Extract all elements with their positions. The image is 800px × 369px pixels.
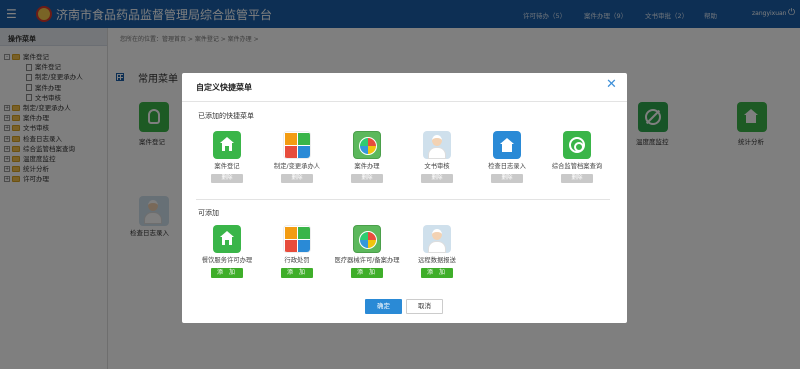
item-label: 综合监管档案查询 [551,163,603,170]
delete-button[interactable]: 删除 [351,174,383,183]
delete-button[interactable]: 删除 [421,174,453,183]
wifi-icon[interactable] [563,131,591,159]
added-item: 检查日志录入 删除 [472,131,542,183]
added-item: 综合监管档案查询 删除 [542,131,612,183]
item-label: 检查日志录入 [488,163,526,170]
add-button[interactable]: 添 加 [281,268,313,278]
add-button[interactable]: 添 加 [351,268,383,278]
available-item: 远程数据报送 添 加 [402,225,472,278]
item-label: 远程数据报送 [418,257,456,264]
added-item: 案件登记 删除 [192,131,262,183]
house-icon[interactable] [213,131,241,159]
colorful-squares-icon[interactable] [283,131,311,159]
item-label: 文书审核 [424,163,450,170]
delete-button[interactable]: 删除 [281,174,313,183]
add-button[interactable]: 添 加 [211,268,243,278]
ball-icon[interactable] [353,131,381,159]
item-label: 行政处罚 [284,257,310,264]
house-icon[interactable] [213,225,241,253]
cancel-button[interactable]: 取消 [406,299,443,314]
item-label: 医疗器械许可/备案办理 [334,257,400,264]
available-item: 餐饮服务许可办理 添 加 [192,225,262,278]
checked-house-icon[interactable] [493,131,521,159]
custom-shortcut-dialog: 自定义快捷菜单 ✕ 已添加的快捷菜单 案件登记 删除 制定/变更承办人 删除 案… [182,73,627,323]
officer-icon[interactable] [423,131,451,159]
added-item: 制定/变更承办人 删除 [262,131,332,183]
available-group-label: 可添加 [198,209,219,217]
delete-button[interactable]: 删除 [491,174,523,183]
item-label: 案件登记 [214,163,240,170]
item-label: 案件办理 [354,163,380,170]
delete-button[interactable]: 删除 [211,174,243,183]
divider [196,199,610,200]
added-group-label: 已添加的快捷菜单 [198,112,254,120]
colorful-squares-icon[interactable] [283,225,311,253]
item-label: 制定/变更承办人 [273,163,321,170]
divider [182,101,627,102]
officer-icon[interactable] [423,225,451,253]
dialog-title: 自定义快捷菜单 [196,83,252,92]
available-item: 行政处罚 添 加 [262,225,332,278]
ok-button[interactable]: 确定 [365,299,402,314]
delete-button[interactable]: 删除 [561,174,593,183]
item-label: 餐饮服务许可办理 [201,257,253,264]
ball-icon[interactable] [353,225,381,253]
available-item: 医疗器械许可/备案办理 添 加 [332,225,402,278]
add-button[interactable]: 添 加 [421,268,453,278]
close-icon[interactable]: ✕ [606,77,617,92]
added-item: 文书审核 删除 [402,131,472,183]
added-item: 案件办理 删除 [332,131,402,183]
